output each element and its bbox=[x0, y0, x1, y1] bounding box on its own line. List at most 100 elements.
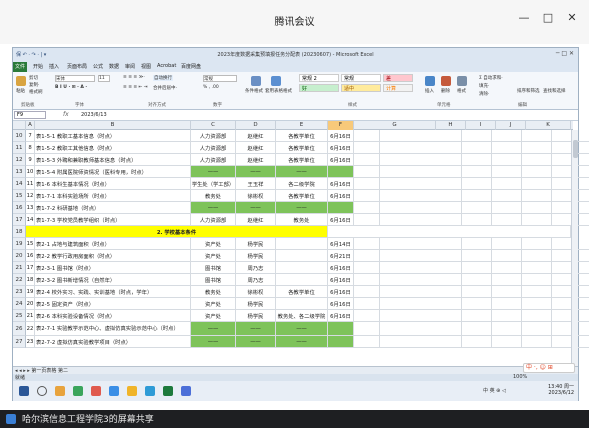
insert-cells-icon[interactable] bbox=[425, 76, 435, 86]
cell-e[interactable]: 各教学单位 bbox=[276, 142, 328, 154]
style-bad[interactable]: 差 bbox=[383, 74, 413, 82]
cell-e[interactable] bbox=[276, 262, 328, 274]
empty-cell[interactable] bbox=[492, 286, 522, 298]
cell-d[interactable]: 杨学民 bbox=[236, 250, 276, 262]
sort-filter-button[interactable]: 排序和筛选 bbox=[517, 88, 540, 94]
empty-cell[interactable] bbox=[354, 166, 380, 178]
cell-b[interactable]: 表2-7-2 虚拟仿真实验教学项目（时点） bbox=[35, 336, 191, 348]
empty-cell[interactable] bbox=[462, 238, 492, 250]
cell-c[interactable]: 资产处 bbox=[191, 250, 236, 262]
cell-f[interactable]: 6月16日 bbox=[328, 154, 354, 166]
empty-cell[interactable] bbox=[462, 250, 492, 262]
cell-f[interactable]: 6月16日 bbox=[328, 178, 354, 190]
empty-cell[interactable] bbox=[492, 310, 522, 322]
cell-e[interactable] bbox=[276, 274, 328, 286]
delete-cells-icon[interactable] bbox=[441, 76, 451, 86]
cell-c[interactable]: 人力资源部 bbox=[191, 142, 236, 154]
cell-c[interactable]: —— bbox=[191, 322, 236, 336]
maximize-button[interactable]: □ bbox=[541, 11, 555, 24]
empty-cell[interactable] bbox=[354, 336, 380, 348]
row-header[interactable]: 22 bbox=[13, 274, 26, 286]
table-format-icon[interactable] bbox=[271, 76, 281, 86]
empty-cell[interactable] bbox=[380, 166, 462, 178]
empty-cell[interactable] bbox=[380, 202, 462, 214]
empty-cell[interactable] bbox=[354, 262, 380, 274]
cell-a[interactable]: 13 bbox=[26, 202, 35, 214]
empty-cell[interactable] bbox=[492, 142, 522, 154]
cell-a[interactable]: 10 bbox=[26, 166, 35, 178]
column-header[interactable]: F bbox=[328, 121, 354, 130]
cell-e[interactable]: —— bbox=[276, 166, 328, 178]
bold-italic-underline[interactable]: B I U · ⊞ · A · bbox=[55, 85, 87, 90]
table-format-button[interactable]: 套用表格格式 bbox=[265, 88, 292, 94]
empty-cell[interactable] bbox=[522, 250, 552, 262]
column-header[interactable]: H bbox=[436, 121, 466, 130]
cell-c[interactable]: 人力资源部 bbox=[191, 130, 236, 142]
cell-b[interactable]: 表2-3-1 图书馆（时点） bbox=[35, 262, 191, 274]
empty-cell[interactable] bbox=[380, 250, 462, 262]
empty-cell[interactable] bbox=[380, 322, 462, 336]
spreadsheet-grid[interactable]: ABCDEFGHIJK 10 7 表1-5-1 教职工基本信息（时点） 人力资源部 赵继… bbox=[13, 121, 589, 366]
empty-cell[interactable] bbox=[354, 190, 380, 202]
merge-center-button[interactable]: 合并后居中· bbox=[153, 85, 177, 91]
cell-b[interactable]: 表2-4 校外实习、实践、实训基地（时点，学年） bbox=[35, 286, 191, 298]
empty-cell[interactable] bbox=[462, 336, 492, 348]
empty-cell[interactable] bbox=[522, 274, 552, 286]
empty-cell[interactable] bbox=[328, 226, 571, 238]
column-header[interactable]: K bbox=[526, 121, 571, 130]
empty-cell[interactable] bbox=[522, 322, 552, 336]
empty-cell[interactable] bbox=[492, 262, 522, 274]
row-header[interactable]: 23 bbox=[13, 286, 26, 298]
empty-cell[interactable] bbox=[462, 286, 492, 298]
meeting-app-icon[interactable] bbox=[145, 386, 155, 396]
clear-button[interactable]: 清除· bbox=[479, 91, 489, 97]
fx-icon[interactable]: fx bbox=[63, 111, 69, 118]
cell-b[interactable]: 表1-7-2 科研基地（时点） bbox=[35, 202, 191, 214]
style-normal-2[interactable]: 常规 2 bbox=[299, 74, 339, 82]
cell-f[interactable] bbox=[328, 336, 354, 348]
scrollbar-thumb[interactable] bbox=[573, 140, 578, 158]
section-header[interactable]: 2. 学校基本条件 bbox=[26, 226, 328, 238]
autosum-button[interactable]: Σ 自动求和· bbox=[479, 75, 503, 81]
empty-cell[interactable] bbox=[354, 310, 380, 322]
column-header[interactable]: G bbox=[354, 121, 436, 130]
row-header[interactable]: 14 bbox=[13, 178, 26, 190]
cell-e[interactable] bbox=[276, 250, 328, 262]
cell-a[interactable]: 9 bbox=[26, 154, 35, 166]
cell-e[interactable]: 教务处、各二级学院 bbox=[276, 310, 328, 322]
cell-e[interactable]: 各二级学院 bbox=[276, 178, 328, 190]
delete-cells-button[interactable]: 删除 bbox=[441, 88, 450, 94]
empty-cell[interactable] bbox=[462, 142, 492, 154]
tab-acrobat[interactable]: Acrobat bbox=[157, 63, 176, 69]
cell-c[interactable]: —— bbox=[191, 202, 236, 214]
cell-c[interactable]: —— bbox=[191, 336, 236, 348]
cell-a[interactable]: 12 bbox=[26, 190, 35, 202]
row-header[interactable]: 10 bbox=[13, 130, 26, 142]
empty-cell[interactable] bbox=[354, 202, 380, 214]
cell-a[interactable]: 20 bbox=[26, 298, 35, 310]
column-header[interactable]: B bbox=[35, 121, 191, 130]
tray-icons[interactable]: 中 英 ⊕ ◁ bbox=[483, 387, 506, 394]
empty-cell[interactable] bbox=[492, 214, 522, 226]
empty-cell[interactable] bbox=[354, 154, 380, 166]
tab-data[interactable]: 数据 bbox=[109, 63, 119, 70]
empty-cell[interactable] bbox=[462, 274, 492, 286]
style-good[interactable]: 好 bbox=[299, 84, 339, 92]
cell-a[interactable]: 16 bbox=[26, 250, 35, 262]
cell-a[interactable]: 23 bbox=[26, 336, 35, 348]
empty-cell[interactable] bbox=[522, 310, 552, 322]
cell-b[interactable]: 表1-7-3 学校党员教学组织（时点） bbox=[35, 214, 191, 226]
empty-cell[interactable] bbox=[492, 154, 522, 166]
cell-e[interactable]: 各教学单位 bbox=[276, 154, 328, 166]
cut-button[interactable]: 剪切 bbox=[29, 75, 38, 81]
cell-f[interactable]: 6月16日 bbox=[328, 262, 354, 274]
name-box[interactable]: F9 bbox=[14, 111, 46, 119]
column-header[interactable]: D bbox=[236, 121, 276, 130]
cell-e[interactable]: 教务处 bbox=[276, 214, 328, 226]
cell-d[interactable]: 杨学民 bbox=[236, 298, 276, 310]
app-icon-indigo[interactable] bbox=[181, 386, 191, 396]
column-header[interactable]: A bbox=[26, 121, 35, 130]
cell-f[interactable]: 6月16日 bbox=[328, 298, 354, 310]
conditional-format-button[interactable]: 条件格式 bbox=[245, 88, 263, 94]
cell-c[interactable]: 资产处 bbox=[191, 310, 236, 322]
